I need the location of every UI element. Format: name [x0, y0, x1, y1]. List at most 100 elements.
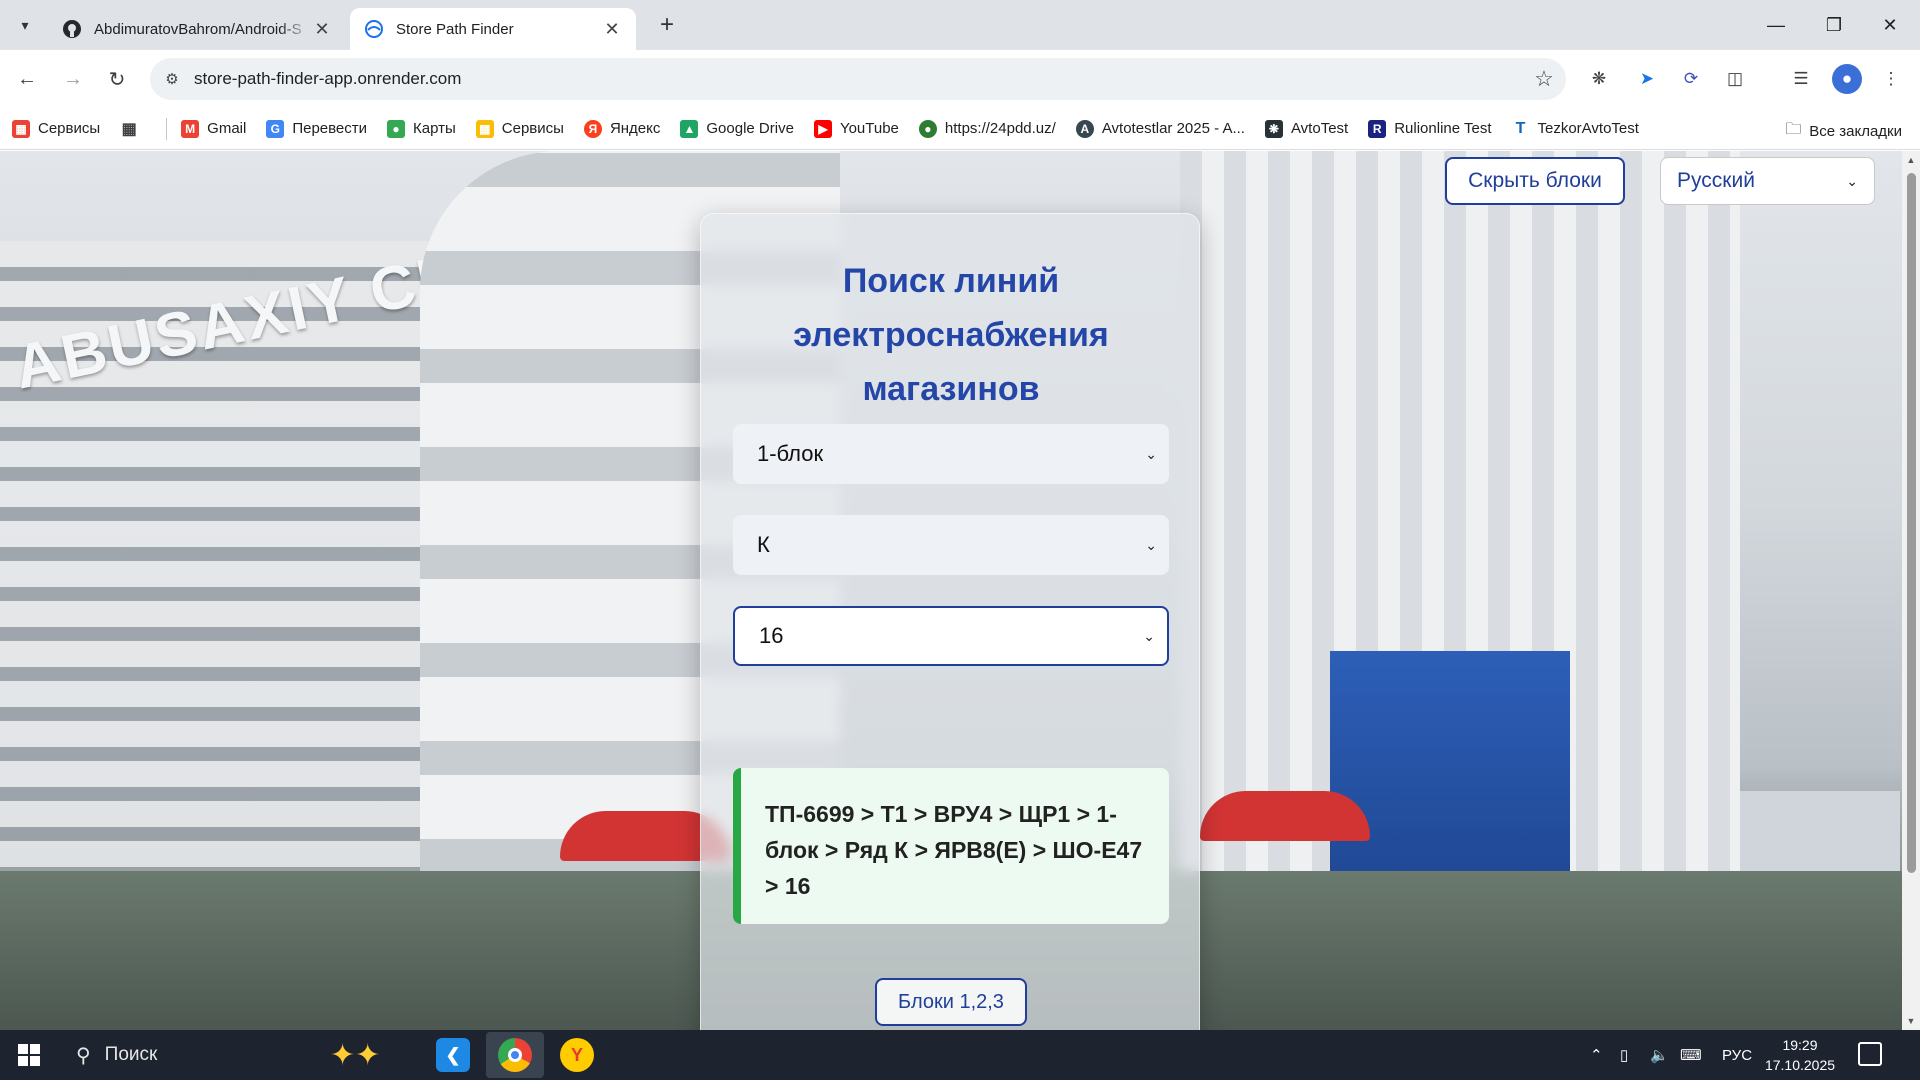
- apps-icon: ▦: [475, 119, 494, 138]
- bookmark-item[interactable]: ▦ Сервисы: [475, 119, 564, 138]
- chevron-down-icon: ⌄: [1145, 536, 1157, 553]
- chatgpt-extension-icon[interactable]: ❋: [1584, 64, 1614, 94]
- chevron-down-icon: ⌄: [1143, 627, 1155, 644]
- yandex-browser-app[interactable]: Y: [548, 1032, 606, 1078]
- close-window-button[interactable]: ✕: [1862, 0, 1918, 50]
- reload-button[interactable]: ↻: [100, 62, 134, 96]
- tab-github[interactable]: AbdimuratovBahrom/Android-S ✕: [48, 8, 346, 50]
- bookmark-item[interactable]: ▦ Сервисы: [12, 119, 100, 138]
- bookmark-label: Rulionline Test: [1394, 120, 1492, 137]
- language-select[interactable]: Русский ⌄: [1660, 157, 1875, 205]
- avtotest-icon: ❋: [1264, 119, 1283, 138]
- extensions-puzzle-icon[interactable]: ◫: [1720, 64, 1750, 94]
- vscode-app[interactable]: ❮: [424, 1032, 482, 1078]
- chrome-icon: [498, 1038, 532, 1072]
- minimize-button[interactable]: —: [1748, 0, 1804, 50]
- all-bookmarks-button[interactable]: 🗀 Все закладки: [1785, 118, 1902, 145]
- tab-search-button[interactable]: ▾: [10, 10, 40, 40]
- blocks-button[interactable]: Блоки 1,2,3: [875, 978, 1027, 1026]
- close-icon[interactable]: ✕: [312, 19, 332, 40]
- row-select-value: К: [757, 532, 770, 557]
- scroll-up-icon[interactable]: ▲: [1902, 151, 1920, 169]
- new-tab-button[interactable]: +: [652, 10, 682, 40]
- chrome-app[interactable]: [486, 1032, 544, 1078]
- bookmark-label: Перевести: [292, 120, 368, 137]
- scrollbar-thumb[interactable]: [1907, 173, 1916, 873]
- close-icon: ✕: [1882, 14, 1898, 35]
- forward-button[interactable]: →: [56, 62, 90, 96]
- tab-title: AbdimuratovBahrom/Android-S: [94, 20, 302, 38]
- bookmark-item[interactable]: G Перевести: [266, 119, 368, 138]
- hide-blocks-button[interactable]: Скрыть блоки: [1445, 157, 1625, 205]
- bookmark-item[interactable]: R Rulionline Test: [1368, 119, 1492, 138]
- chevron-down-icon: ▾: [21, 16, 29, 33]
- close-icon[interactable]: ✕: [602, 19, 622, 40]
- block-select-value: 1-блок: [757, 441, 824, 466]
- windows-taskbar: ⚲ Поиск ✦✦ ❮ Y ⌃ ▯ 🔈 ⌨ РУС 19:29 17.10.2…: [0, 1030, 1920, 1080]
- bookmark-item[interactable]: T TezkorAvtoTest: [1511, 119, 1639, 138]
- row-select[interactable]: К ⌄: [733, 515, 1169, 575]
- translate-icon: G: [266, 119, 285, 138]
- bookmark-label: Google Drive: [706, 120, 794, 137]
- keyboard-icon[interactable]: ⌨: [1680, 1030, 1702, 1080]
- bookmark-item[interactable]: ❋ AvtoTest: [1264, 119, 1348, 138]
- page-scrollbar[interactable]: ▲ ▼: [1902, 151, 1920, 1030]
- volume-icon[interactable]: 🔈: [1650, 1030, 1669, 1080]
- bookmark-label: https://24pdd.uz/: [944, 120, 1056, 137]
- youtube-icon: ▶: [813, 119, 832, 138]
- bookmark-star-icon[interactable]: ☆: [1522, 66, 1566, 92]
- bookmark-item[interactable]: A Avtotestlar 2025 - A...: [1075, 119, 1245, 138]
- url-text[interactable]: store-path-finder-app.onrender.com: [194, 69, 1522, 89]
- notification-icon[interactable]: [1858, 1042, 1882, 1066]
- input-language[interactable]: РУС: [1722, 1030, 1752, 1080]
- apps-grid-button[interactable]: ▦: [120, 119, 146, 138]
- bookmark-item[interactable]: Я Яндекс: [583, 119, 660, 138]
- yandex-icon: Я: [583, 119, 602, 138]
- plus-icon: +: [659, 11, 674, 38]
- start-button[interactable]: [0, 1030, 58, 1080]
- number-select-value: 16: [759, 623, 784, 648]
- minimize-icon: —: [1767, 14, 1785, 35]
- grid-icon: ▦: [120, 119, 139, 138]
- number-select[interactable]: 16 ⌄: [733, 606, 1169, 666]
- battery-icon[interactable]: ▯: [1620, 1030, 1628, 1080]
- search-icon: ⚲: [76, 1044, 91, 1067]
- bookmark-item[interactable]: ● https://24pdd.uz/: [918, 119, 1056, 138]
- address-bar[interactable]: ⚙ store-path-finder-app.onrender.com ☆: [150, 58, 1566, 100]
- bookmark-label: Gmail: [207, 120, 247, 137]
- tezkor-icon: T: [1511, 119, 1530, 138]
- search-placeholder: Поиск: [104, 1044, 158, 1065]
- bookmark-item[interactable]: M Gmail: [181, 119, 247, 138]
- all-bookmarks-label: Все закладки: [1809, 123, 1902, 140]
- pdd-icon: ●: [918, 119, 937, 138]
- restore-icon: ❐: [1825, 14, 1843, 35]
- system-clock[interactable]: 19:29 17.10.2025: [1762, 1035, 1838, 1075]
- tab-store-path-finder[interactable]: Store Path Finder ✕: [350, 8, 636, 50]
- bookmark-item[interactable]: ▲ Google Drive: [680, 119, 794, 138]
- language-value: Русский: [1677, 169, 1755, 192]
- scroll-down-icon[interactable]: ▼: [1902, 1012, 1920, 1030]
- bookmark-item[interactable]: ▶ YouTube: [813, 119, 899, 138]
- copilot-sparkle-icon[interactable]: ✦✦: [330, 1038, 380, 1073]
- rulionline-icon: R: [1368, 119, 1387, 138]
- bookmark-label: Avtotestlar 2025 - A...: [1101, 120, 1245, 137]
- folder-icon: 🗀: [1785, 121, 1802, 138]
- page-title: Поиск линий электроснабжения магазинов: [793, 262, 1109, 408]
- bookmark-label: TezkorAvtoTest: [1537, 120, 1639, 137]
- back-button[interactable]: ←: [10, 62, 44, 96]
- profile-avatar-icon[interactable]: ●: [1832, 64, 1862, 94]
- site-settings-icon[interactable]: ⚙: [150, 70, 194, 88]
- menu-kebab-icon[interactable]: ⋮: [1876, 64, 1906, 94]
- translate-extension-icon[interactable]: ⟳: [1676, 64, 1706, 94]
- bookmark-label: Карты: [413, 120, 456, 137]
- restore-button[interactable]: ❐: [1806, 0, 1862, 50]
- tray-expand-icon[interactable]: ⌃: [1590, 1030, 1603, 1080]
- block-select[interactable]: 1-блок ⌄: [733, 424, 1169, 484]
- bookmark-item[interactable]: ● Карты: [387, 119, 456, 138]
- arrow-right-icon: →: [63, 67, 83, 90]
- bird-extension-icon[interactable]: ➤: [1632, 64, 1662, 94]
- page-viewport: ABUSAXIY CEN Скрыть блоки Русский ⌄ Поис…: [0, 151, 1902, 1030]
- media-control-icon[interactable]: ☰: [1786, 64, 1816, 94]
- clock-date: 17.10.2025: [1764, 1057, 1836, 1073]
- vscode-icon: ❮: [436, 1038, 470, 1072]
